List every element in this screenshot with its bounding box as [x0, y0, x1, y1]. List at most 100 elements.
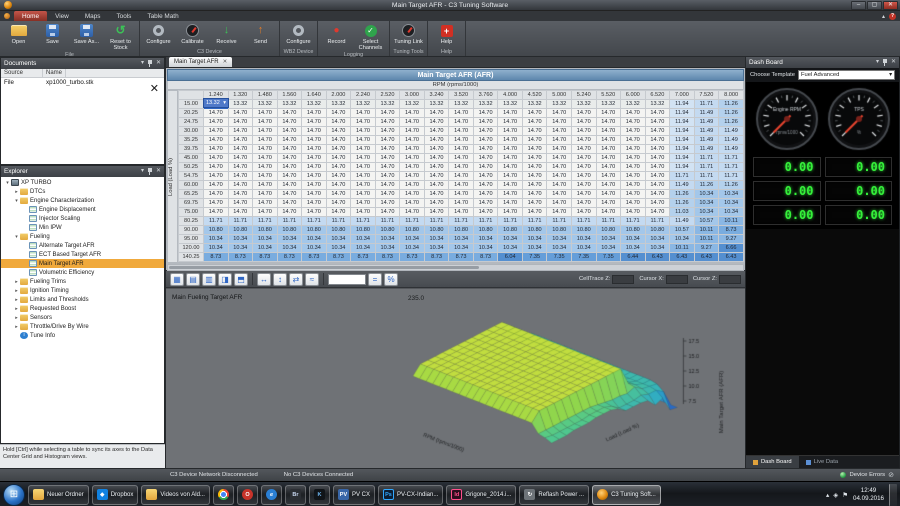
table-cell-r1c17[interactable]: 14.70 — [621, 109, 646, 118]
table-cell-r8c19[interactable]: 11.71 — [670, 172, 695, 181]
table-cell-r6c19[interactable]: 11.94 — [670, 154, 695, 163]
configure-button[interactable]: Configure — [282, 22, 315, 48]
table-cell-r8c10[interactable]: 14.70 — [449, 172, 474, 181]
table-cell-r16c5[interactable]: 10.34 — [326, 244, 351, 253]
table-cell-r9c6[interactable]: 14.70 — [351, 181, 376, 190]
table-cell-r3c5[interactable]: 14.70 — [326, 127, 351, 136]
table-cell-r13c15[interactable]: 11.71 — [571, 217, 596, 226]
table-cell-r10c3[interactable]: 14.70 — [277, 190, 302, 199]
table-cell-r15c2[interactable]: 10.34 — [253, 235, 278, 244]
table-cell-r11c4[interactable]: 14.70 — [302, 199, 327, 208]
table-cell-r14c18[interactable]: 10.80 — [645, 226, 670, 235]
table-cell-r1c2[interactable]: 14.70 — [253, 109, 278, 118]
table-cell-r10c6[interactable]: 14.70 — [351, 190, 376, 199]
table-cell-r5c21[interactable]: 11.49 — [719, 145, 744, 154]
table-cell-r9c1[interactable]: 14.70 — [228, 181, 253, 190]
expander-open-icon[interactable]: ▾ — [4, 180, 11, 186]
table-cell-r1c15[interactable]: 14.70 — [571, 109, 596, 118]
table-cell-r9c20[interactable]: 11.26 — [694, 181, 719, 190]
table-cell-r6c21[interactable]: 11.71 — [719, 154, 744, 163]
table-cell-r10c21[interactable]: 10.34 — [719, 190, 744, 199]
table-cell-r13c16[interactable]: 11.71 — [596, 217, 621, 226]
table-cell-r5c3[interactable]: 14.70 — [277, 145, 302, 154]
table-cell-r7c13[interactable]: 14.70 — [522, 163, 547, 172]
table-cell-r0c7[interactable]: 13.32 — [375, 100, 400, 109]
app-menu-button[interactable] — [0, 11, 14, 21]
table-cell-r1c7[interactable]: 14.70 — [375, 109, 400, 118]
table-cell-r5c11[interactable]: 14.70 — [473, 145, 498, 154]
table-cell-r0c12[interactable]: 13.32 — [498, 100, 523, 109]
table-cell-r7c21[interactable]: 11.71 — [719, 163, 744, 172]
table-cell-r1c11[interactable]: 14.70 — [473, 109, 498, 118]
table-cell-r3c6[interactable]: 14.70 — [351, 127, 376, 136]
table-cell-r13c4[interactable]: 11.71 — [302, 217, 327, 226]
taskbar-item-dropbox[interactable]: ◆Dropbox — [92, 485, 139, 505]
table-cell-r8c16[interactable]: 14.70 — [596, 172, 621, 181]
table-cell-r11c3[interactable]: 14.70 — [277, 199, 302, 208]
column-header-6.000[interactable]: 6.000 — [621, 91, 646, 100]
table-cell-r11c5[interactable]: 14.70 — [326, 199, 351, 208]
column-header-1.640[interactable]: 1.640 — [302, 91, 327, 100]
table-cell-r12c8[interactable]: 14.70 — [400, 208, 425, 217]
table-cell-r17c21[interactable]: 6.43 — [719, 253, 744, 262]
table-cell-r17c2[interactable]: 8.73 — [253, 253, 278, 262]
table-cell-r14c7[interactable]: 10.80 — [375, 226, 400, 235]
table-cell-r9c12[interactable]: 14.70 — [498, 181, 523, 190]
table-cell-r5c19[interactable]: 11.94 — [670, 145, 695, 154]
menu-tab-view[interactable]: View — [47, 11, 77, 21]
table-cell-r10c5[interactable]: 14.70 — [326, 190, 351, 199]
start-button[interactable]: ⊞ — [3, 484, 25, 506]
taskbar-clock[interactable]: 12:49 04.09.2016 — [853, 487, 884, 503]
column-header-1.480[interactable]: 1.480 — [253, 91, 278, 100]
column-header-2.000[interactable]: 2.000 — [326, 91, 351, 100]
table-cell-r12c12[interactable]: 14.70 — [498, 208, 523, 217]
table-cell-r2c21[interactable]: 11.26 — [719, 118, 744, 127]
table-cell-r15c10[interactable]: 10.34 — [449, 235, 474, 244]
table-cell-r12c16[interactable]: 14.70 — [596, 208, 621, 217]
table-cell-r7c3[interactable]: 14.70 — [277, 163, 302, 172]
table-cell-r11c13[interactable]: 14.70 — [522, 199, 547, 208]
table-cell-r2c1[interactable]: 14.70 — [228, 118, 253, 127]
table-cell-r10c19[interactable]: 11.26 — [670, 190, 695, 199]
table-cell-r2c19[interactable]: 11.94 — [670, 118, 695, 127]
row-header-50.25[interactable]: 50.25 — [179, 163, 204, 172]
expander-closed-icon[interactable]: ▸ — [13, 324, 20, 330]
table-cell-r8c0[interactable]: 14.70 — [204, 172, 229, 181]
table-cell-r0c10[interactable]: 13.32 — [449, 100, 474, 109]
table-cell-r13c18[interactable]: 11.71 — [645, 217, 670, 226]
table-cell-r5c16[interactable]: 14.70 — [596, 145, 621, 154]
maximize-button[interactable]: ▢ — [867, 1, 882, 10]
table-cell-r10c20[interactable]: 10.34 — [694, 190, 719, 199]
table-cell-r1c12[interactable]: 14.70 — [498, 109, 523, 118]
taskbar-item-videos-von-ald[interactable]: Videos von Ald... — [141, 485, 210, 505]
fill-down-button[interactable]: ⬒ — [234, 273, 248, 286]
table-cell-r7c6[interactable]: 14.70 — [351, 163, 376, 172]
row-header-54.75[interactable]: 54.75 — [179, 172, 204, 181]
table-cell-r6c20[interactable]: 11.71 — [694, 154, 719, 163]
table-cell-r17c9[interactable]: 8.73 — [424, 253, 449, 262]
table-cell-r7c20[interactable]: 11.71 — [694, 163, 719, 172]
table-cell-r3c17[interactable]: 14.70 — [621, 127, 646, 136]
table-cell-r16c10[interactable]: 10.34 — [449, 244, 474, 253]
table-cell-r4c8[interactable]: 14.70 — [400, 136, 425, 145]
table-cell-r9c2[interactable]: 14.70 — [253, 181, 278, 190]
table-cell-r7c15[interactable]: 14.70 — [571, 163, 596, 172]
table-cell-r14c5[interactable]: 10.80 — [326, 226, 351, 235]
table-cell-r13c10[interactable]: 11.71 — [449, 217, 474, 226]
table-cell-r3c16[interactable]: 14.70 — [596, 127, 621, 136]
table-cell-r0c21[interactable]: 11.26 — [719, 100, 744, 109]
table-cell-r14c6[interactable]: 10.80 — [351, 226, 376, 235]
table-cell-r7c17[interactable]: 14.70 — [621, 163, 646, 172]
table-cell-r10c11[interactable]: 14.70 — [473, 190, 498, 199]
table-cell-r3c3[interactable]: 14.70 — [277, 127, 302, 136]
table-cell-r8c5[interactable]: 14.70 — [326, 172, 351, 181]
table-cell-r10c1[interactable]: 14.70 — [228, 190, 253, 199]
table-cell-r9c5[interactable]: 14.70 — [326, 181, 351, 190]
table-cell-r16c11[interactable]: 10.34 — [473, 244, 498, 253]
table-cell-r10c16[interactable]: 14.70 — [596, 190, 621, 199]
table-cell-r0c1[interactable]: 13.32 — [228, 100, 253, 109]
table-cell-r6c4[interactable]: 14.70 — [302, 154, 327, 163]
table-cell-r15c17[interactable]: 10.34 — [621, 235, 646, 244]
table-cell-r9c21[interactable]: 11.26 — [719, 181, 744, 190]
table-cell-r17c14[interactable]: 7.35 — [547, 253, 572, 262]
